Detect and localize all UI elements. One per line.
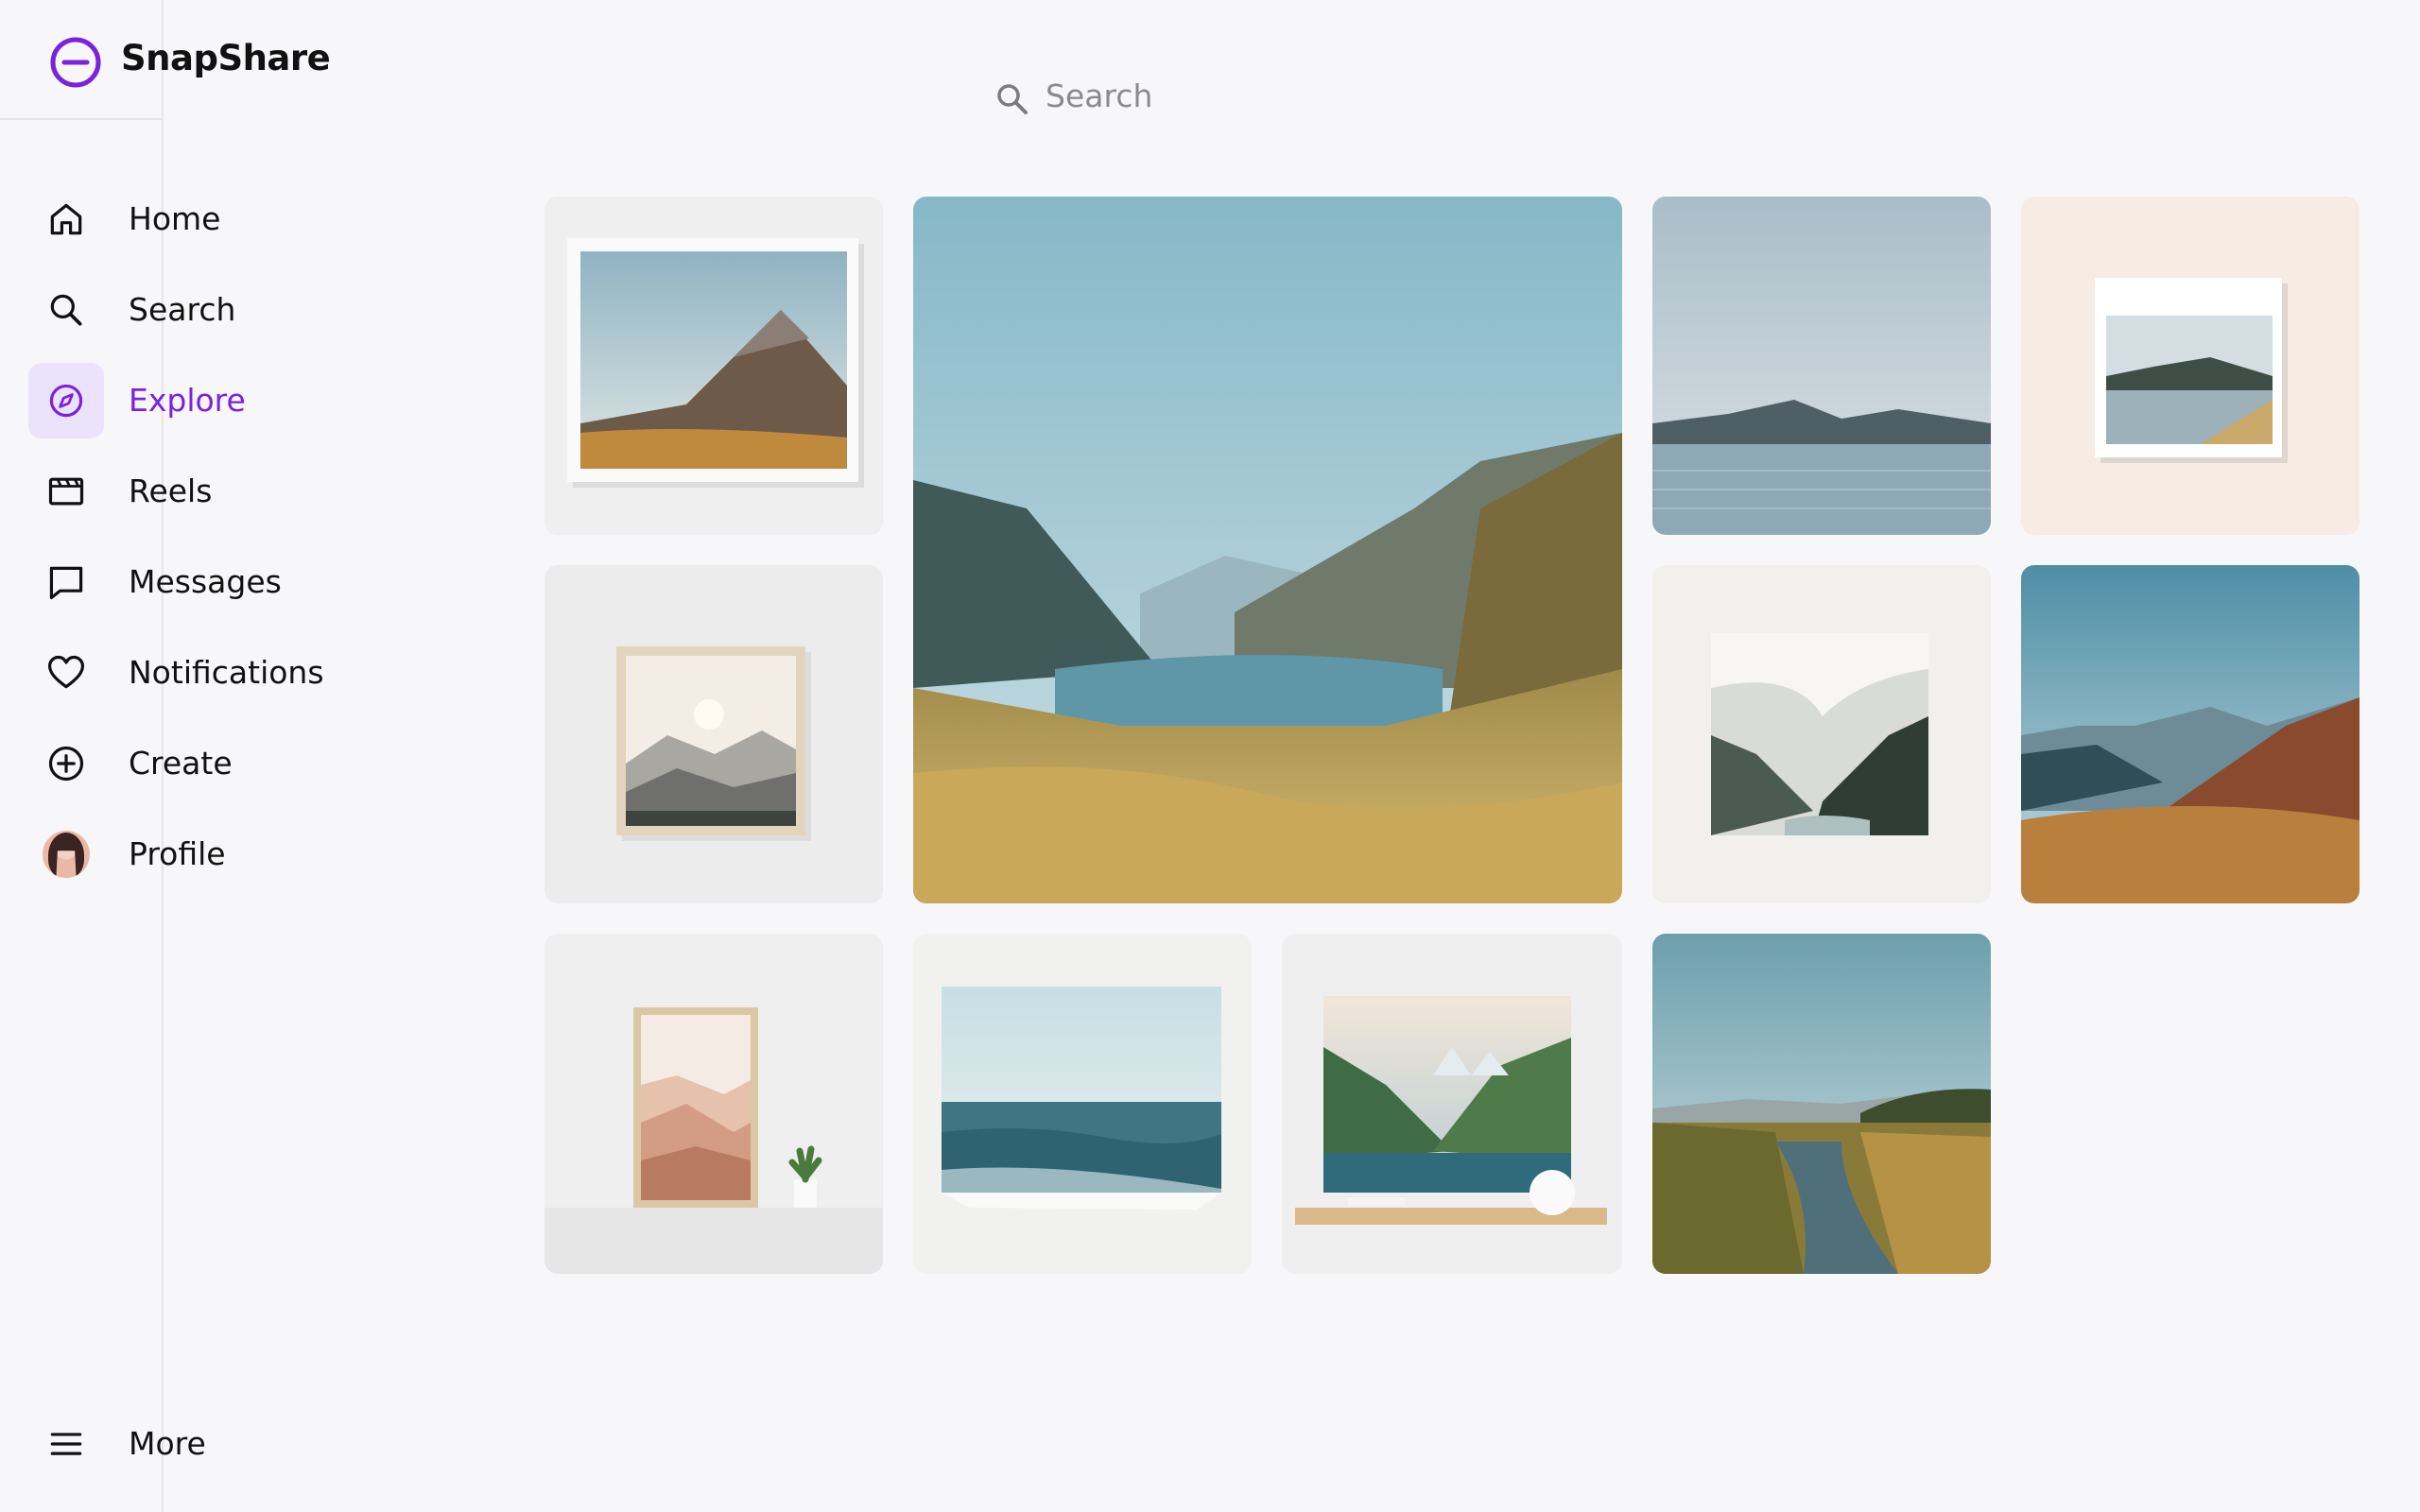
message-icon bbox=[28, 544, 104, 620]
nav-item-profile[interactable]: Profile bbox=[28, 816, 331, 892]
explore-tile-lake-mountains[interactable] bbox=[1652, 197, 1991, 535]
explore-tile-sunset-frame[interactable] bbox=[544, 565, 883, 903]
reels-icon bbox=[28, 454, 104, 529]
nav-label-reels: Reels bbox=[129, 472, 213, 509]
brand[interactable]: SnapShare bbox=[0, 0, 331, 120]
explore-tile-river-grassland[interactable] bbox=[1652, 934, 1991, 1274]
nav-item-notifications[interactable]: Notifications bbox=[28, 635, 331, 711]
nav-item-home[interactable]: Home bbox=[28, 181, 331, 257]
nav-label-messages: Messages bbox=[129, 563, 282, 600]
nav-label-explore: Explore bbox=[129, 382, 246, 419]
explore-tile-alpine-lake[interactable] bbox=[913, 197, 1622, 903]
search-icon bbox=[28, 272, 104, 348]
explore-tile-terracotta-frame[interactable] bbox=[544, 934, 883, 1274]
avatar bbox=[43, 831, 90, 878]
explore-tile-ocean-horizon[interactable] bbox=[913, 934, 1252, 1274]
nav-label-profile: Profile bbox=[129, 835, 226, 872]
explore-tile-framed-mountain[interactable] bbox=[544, 197, 883, 535]
explore-tile-misty-fjord[interactable] bbox=[1652, 565, 1991, 903]
nav-item-more[interactable]: More bbox=[28, 1406, 331, 1482]
nav-label-notifications: Notifications bbox=[129, 654, 324, 691]
snapshare-logo-icon bbox=[49, 36, 102, 89]
nav-item-search[interactable]: Search bbox=[28, 272, 331, 348]
explore-tile-golden-ridges[interactable] bbox=[2021, 565, 2360, 903]
home-icon bbox=[28, 181, 104, 257]
explore-tile-lake-canvas-shelf[interactable] bbox=[1282, 934, 1622, 1274]
top-search-bar[interactable] bbox=[993, 76, 1560, 123]
nav-item-create[interactable]: Create bbox=[28, 726, 331, 801]
menu-icon bbox=[28, 1406, 104, 1482]
nav-label-search: Search bbox=[129, 291, 236, 328]
nav-item-reels[interactable]: Reels bbox=[28, 454, 331, 529]
nav-label-more: More bbox=[129, 1425, 206, 1462]
nav-item-explore[interactable]: Explore bbox=[28, 363, 331, 438]
search-icon bbox=[993, 79, 1032, 119]
explore-tile-lakeside-print[interactable] bbox=[2021, 197, 2360, 535]
nav-item-messages[interactable]: Messages bbox=[28, 544, 331, 620]
search-input[interactable] bbox=[1046, 77, 1537, 114]
heart-icon bbox=[28, 635, 104, 711]
plus-circle-icon bbox=[28, 726, 104, 801]
app-name: SnapShare bbox=[121, 38, 331, 78]
compass-icon bbox=[28, 363, 104, 438]
nav-label-create: Create bbox=[129, 745, 233, 782]
nav-label-home: Home bbox=[129, 200, 221, 237]
